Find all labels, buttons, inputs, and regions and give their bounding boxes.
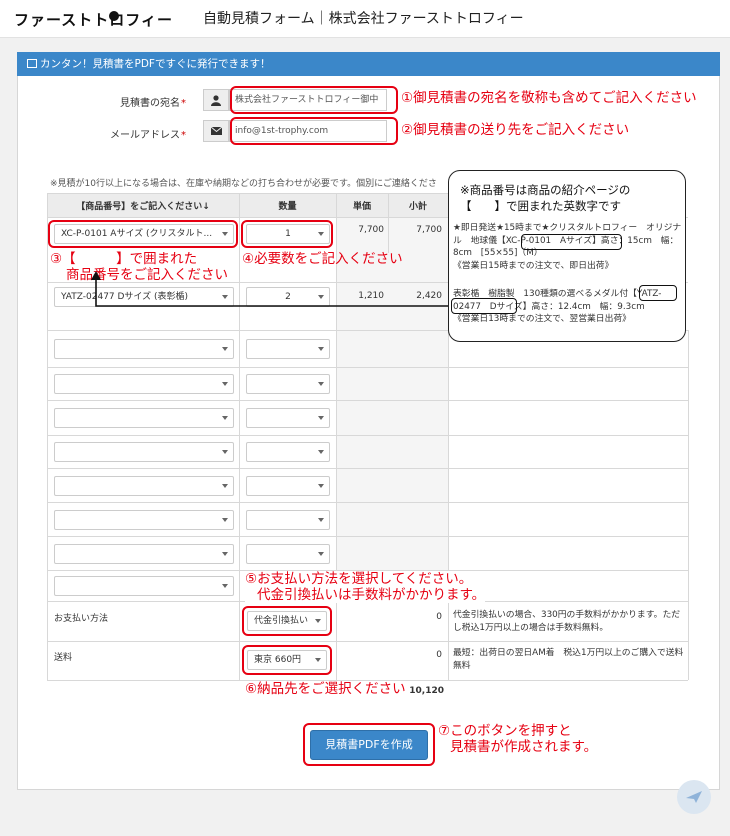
subtotal-row1: 7,700	[416, 225, 442, 235]
qty-select-row8[interactable]	[246, 510, 330, 530]
product-select-row3[interactable]	[54, 339, 234, 359]
product-select-row4[interactable]	[54, 374, 234, 394]
product-highlight	[48, 220, 238, 248]
shipping-label: 送料	[54, 653, 73, 663]
form-edit-icon	[27, 59, 37, 68]
shipping-highlight	[242, 645, 332, 675]
col-qty-header: 数量	[278, 202, 297, 212]
email-highlight	[230, 117, 398, 145]
col-subtotal-header: 小計	[408, 202, 427, 212]
shipping-note: 最短：出荷日の翌日AM着 税込1万円以上のご購入で送料無料	[453, 648, 684, 671]
name-highlight	[230, 86, 398, 114]
envelope-icon	[203, 120, 229, 142]
page-title: 自動見積フォーム｜株式会社ファーストトロフィー	[203, 11, 524, 27]
callout-2: ②御見積書の送り先をご記入ください	[401, 122, 630, 138]
bubble-text: ※商品番号は商品の紹介ページの【 】で囲まれた英数字です	[460, 183, 631, 213]
name-label: 見積書の宛名*	[120, 98, 186, 109]
email-label: メールアドレス*	[110, 130, 186, 141]
arrow-connector	[91, 271, 448, 307]
payment-amount: 0	[436, 612, 442, 622]
notice-text: ※見積が10行以上になる場合は、在庫や納期などの打ち合わせが必要です。個別にご連…	[50, 179, 437, 189]
plane-icon	[686, 791, 702, 803]
site-header: ファーストトロフィー 自動見積フォーム｜株式会社ファーストトロフィー	[0, 0, 730, 38]
payment-note: 代金引換払いの場合、330円の手数料がかかります。ただし税込1万円以上の場合は手…	[453, 610, 681, 633]
callout-5: ⑤お支払い方法を選択してください。 代金引換払いは手数料がかかります。	[245, 571, 486, 604]
panel-title: カンタン！見積書をPDFですぐに発行できます！	[40, 58, 271, 70]
callout-1: ①御見積書の宛名を敬称も含めてご記入ください	[401, 90, 697, 106]
brand-logo[interactable]: ファーストトロフィー	[14, 9, 196, 29]
callout-7: ⑦このボタンを押すと 見積書が作成されます。	[438, 723, 598, 756]
code-highlight-2a	[639, 285, 677, 301]
panel-heading: カンタン！見積書をPDFですぐに発行できます！	[17, 52, 720, 76]
scroll-top-button[interactable]	[677, 780, 711, 814]
callout-6: ⑥納品先をご選択ください	[245, 681, 406, 697]
qty-select-row9[interactable]	[246, 544, 330, 564]
product-select-row6[interactable]	[54, 442, 234, 462]
code-highlight-2b	[451, 298, 517, 314]
payment-label: お支払い方法	[54, 614, 109, 624]
product-select-row7[interactable]	[54, 476, 234, 496]
product-select-row8[interactable]	[54, 510, 234, 530]
qty-select-row4[interactable]	[246, 374, 330, 394]
col-product-header: 【商品番号】をご記入ください↓	[76, 202, 210, 212]
product-select-row9[interactable]	[54, 544, 234, 564]
qty-select-row5[interactable]	[246, 408, 330, 428]
qty-highlight	[241, 220, 333, 248]
code-highlight-1	[521, 234, 622, 250]
payment-highlight	[242, 606, 332, 636]
shipping-amount: 0	[436, 650, 442, 660]
product-select-row5[interactable]	[54, 408, 234, 428]
price-row1: 7,700	[358, 225, 384, 235]
col-price-header: 単価	[352, 202, 371, 212]
qty-select-row6[interactable]	[246, 442, 330, 462]
callout-4: ④必要数をご記入ください	[242, 251, 403, 267]
product-select-row10[interactable]	[54, 576, 234, 596]
svg-text:ファーストトロフィー: ファーストトロフィー	[14, 11, 173, 29]
button-highlight	[303, 723, 435, 766]
user-icon	[203, 89, 229, 111]
qty-select-row3[interactable]	[246, 339, 330, 359]
qty-select-row7[interactable]	[246, 476, 330, 496]
